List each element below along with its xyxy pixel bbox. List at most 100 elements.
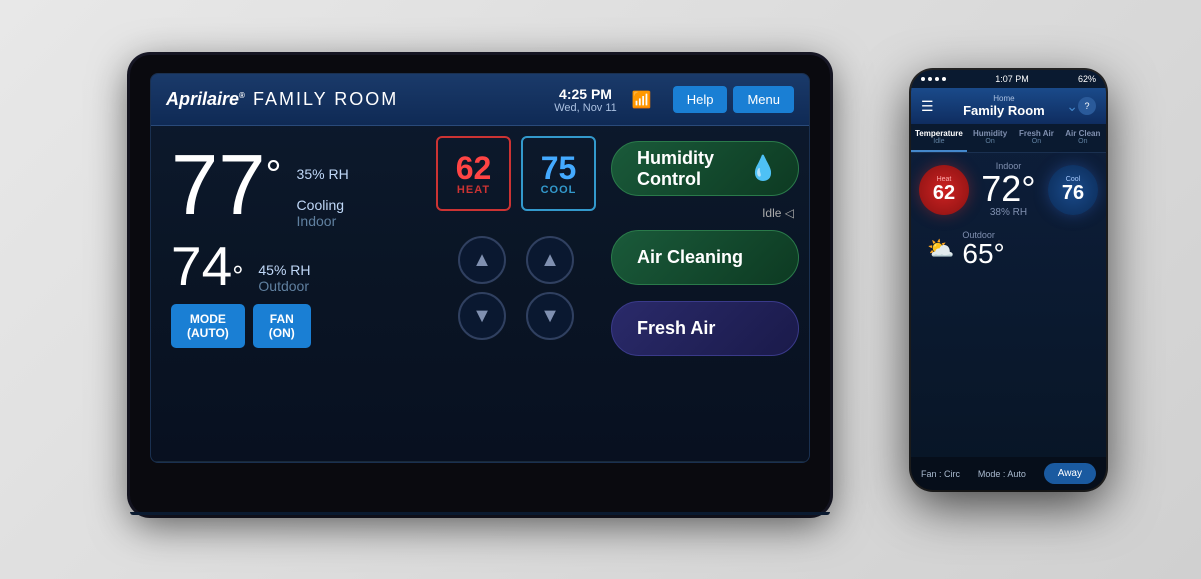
setpoints-row: 62 HEAT 75 COOL: [436, 136, 596, 221]
phone-tab-temp-label: Temperature: [915, 129, 963, 138]
phone-status-bar: 1:07 PM 62%: [911, 70, 1106, 88]
fan-label: FAN: [269, 312, 295, 326]
phone-outdoor-info: Outdoor 65°: [962, 230, 1004, 268]
arrow-buttons: ▲ ▼ ▲ ▼: [458, 236, 574, 340]
outdoor-rh: 45% RH: [258, 262, 310, 278]
phone-tab-fresh-label: Fresh Air: [1017, 129, 1055, 138]
idle-status: Idle ◁: [616, 206, 794, 220]
phone-room-name: Family Room: [942, 103, 1067, 118]
cool-set-label: COOL: [541, 184, 577, 196]
heat-blast-button[interactable]: HEAT BLAST: [414, 462, 546, 463]
cool-up-button[interactable]: ▲: [526, 236, 574, 284]
phone-battery: 62%: [1078, 74, 1096, 84]
phone-setpoints: Heat 62 Indoor 72° 38% RH Cool 76: [919, 161, 1098, 218]
heat-down-button[interactable]: ▼: [458, 292, 506, 340]
cool-down-button[interactable]: ▼: [526, 292, 574, 340]
fresh-air-label: Fresh Air: [637, 318, 715, 339]
brand-name: Aprilaire: [166, 89, 239, 109]
left-panel: 77° 35% RH Cooling Indoor 74° 45% RH Out…: [151, 126, 431, 461]
phone-outdoor-display: ⛅ Outdoor 65°: [919, 224, 1098, 274]
phone-help-button[interactable]: ?: [1078, 97, 1096, 115]
menu-button[interactable]: Menu: [733, 86, 794, 113]
right-panel: Humidity Control 💧 Idle ◁ Air Cleaning F…: [601, 126, 809, 461]
fan-value: (ON): [269, 326, 295, 340]
phone-tab-air[interactable]: Air Clean On: [1060, 124, 1106, 152]
outdoor-temp-row: 74° 45% RH Outdoor: [171, 239, 411, 294]
status-button[interactable]: STATUS: [546, 462, 678, 463]
brand-tm: ®: [239, 91, 245, 100]
phone-header: ☰ Home Family Room ⌄ ?: [911, 88, 1106, 124]
phone-away-button[interactable]: Away: [1044, 463, 1096, 484]
phone-tab-humidity-label: Humidity: [971, 129, 1009, 138]
mode-label: MODE: [187, 312, 229, 326]
outdoor-degree: °: [232, 260, 243, 291]
heat-up-button[interactable]: ▲: [458, 236, 506, 284]
indoor-label: Indoor: [297, 213, 349, 229]
outdoor-temperature: 74°: [171, 239, 243, 294]
phone-weather-icon: ⛅: [927, 236, 954, 262]
fresh-air-button[interactable]: Fresh Air: [611, 301, 799, 356]
dot-2: [928, 77, 932, 81]
phone-mode-value: Auto: [1007, 469, 1026, 479]
phone-tab-air-sub: On: [1064, 138, 1102, 145]
phone-fan-label: Fan :: [921, 469, 942, 479]
dot-3: [935, 77, 939, 81]
cool-set-value: 75: [541, 152, 577, 184]
phone-home-label: Home: [942, 94, 1067, 103]
help-button[interactable]: Help: [673, 86, 728, 113]
phone-tab-temperature[interactable]: Temperature Idle: [911, 124, 967, 152]
cool-setpoint: 75 COOL: [521, 136, 596, 211]
phone-tab-temp-sub: Idle: [915, 138, 963, 145]
phone-title-area: Home Family Room: [942, 94, 1067, 118]
brand-logo: Aprilaire®: [166, 89, 245, 110]
phone-signal-dots: [921, 77, 946, 81]
phone-footer: Fan : Circ Mode : Auto Away: [911, 457, 1106, 490]
mode-button[interactable]: MODE (AUTO): [171, 304, 245, 348]
wifi-icon: 📶: [632, 90, 652, 110]
heat-arrows: ▲ ▼: [458, 236, 506, 340]
hold-button[interactable]: HOLD (SCHEDULE): [151, 462, 283, 463]
phone-outdoor-temp: 65°: [962, 240, 1004, 268]
heat-set-value: 62: [456, 152, 492, 184]
thermostat-device: Aprilaire® FAMILY ROOM 4:25 PM Wed, Nov …: [130, 55, 830, 515]
mode-value: (AUTO): [187, 326, 229, 340]
outdoor-temp-value: 74: [171, 235, 232, 297]
phone-chevron-icon[interactable]: ⌄: [1066, 98, 1078, 115]
air-cleaning-button[interactable]: Air Cleaning: [611, 230, 799, 285]
thermostat-screen: Aprilaire® FAMILY ROOM 4:25 PM Wed, Nov …: [150, 73, 810, 463]
heat-set-label: HEAT: [457, 184, 490, 196]
phone-heat-setpoint[interactable]: Heat 62: [919, 165, 969, 215]
current-date: Wed, Nov 11: [554, 102, 617, 114]
phone-mode-info: Mode : Auto: [978, 469, 1026, 479]
phone-device: 1:07 PM 62% ☰ Home Family Room ⌄ ? Tempe…: [911, 70, 1106, 490]
indoor-rh: 35% RH: [297, 166, 349, 182]
phone-tab-air-label: Air Clean: [1064, 129, 1102, 138]
indoor-temp-value: 77: [171, 143, 266, 228]
cool-arrows: ▲ ▼: [526, 236, 574, 340]
phone-tabs: Temperature Idle Humidity On Fresh Air O…: [911, 124, 1106, 153]
heat-setpoint: 62 HEAT: [436, 136, 511, 211]
phone-mode-label: Mode :: [978, 469, 1006, 479]
phone-main: Heat 62 Indoor 72° 38% RH Cool 76 ⛅ Outd…: [911, 153, 1106, 457]
humidity-control-label: Humidity Control: [637, 148, 748, 190]
phone-menu-icon[interactable]: ☰: [921, 98, 934, 115]
phone-screen: 1:07 PM 62% ☰ Home Family Room ⌄ ? Tempe…: [911, 70, 1106, 490]
dot-4: [942, 77, 946, 81]
current-time: 4:25 PM: [554, 86, 617, 102]
center-panel: 62 HEAT 75 COOL ▲ ▼ ▲ ▼: [431, 126, 601, 461]
room-name: FAMILY ROOM: [253, 89, 554, 110]
phone-tab-fresh[interactable]: Fresh Air On: [1013, 124, 1059, 152]
phone-time: 1:07 PM: [995, 74, 1029, 84]
fan-button[interactable]: FAN (ON): [253, 304, 311, 348]
alerts-button[interactable]: ALERTS 1: [677, 462, 809, 463]
thermostat-header: Aprilaire® FAMILY ROOM 4:25 PM Wed, Nov …: [151, 74, 809, 126]
thermostat-main: 77° 35% RH Cooling Indoor 74° 45% RH Out…: [151, 126, 809, 461]
time-area: 4:25 PM Wed, Nov 11: [554, 86, 617, 114]
indoor-degree: °: [266, 155, 282, 195]
phone-cool-setpoint[interactable]: Cool 76: [1048, 165, 1098, 215]
phone-tab-humidity[interactable]: Humidity On: [967, 124, 1013, 152]
away-button[interactable]: AWAY: [283, 462, 415, 463]
humidity-icon: 💧: [748, 154, 778, 183]
humidity-control-button[interactable]: Humidity Control 💧: [611, 141, 799, 196]
phone-fan-value: Circ: [944, 469, 960, 479]
